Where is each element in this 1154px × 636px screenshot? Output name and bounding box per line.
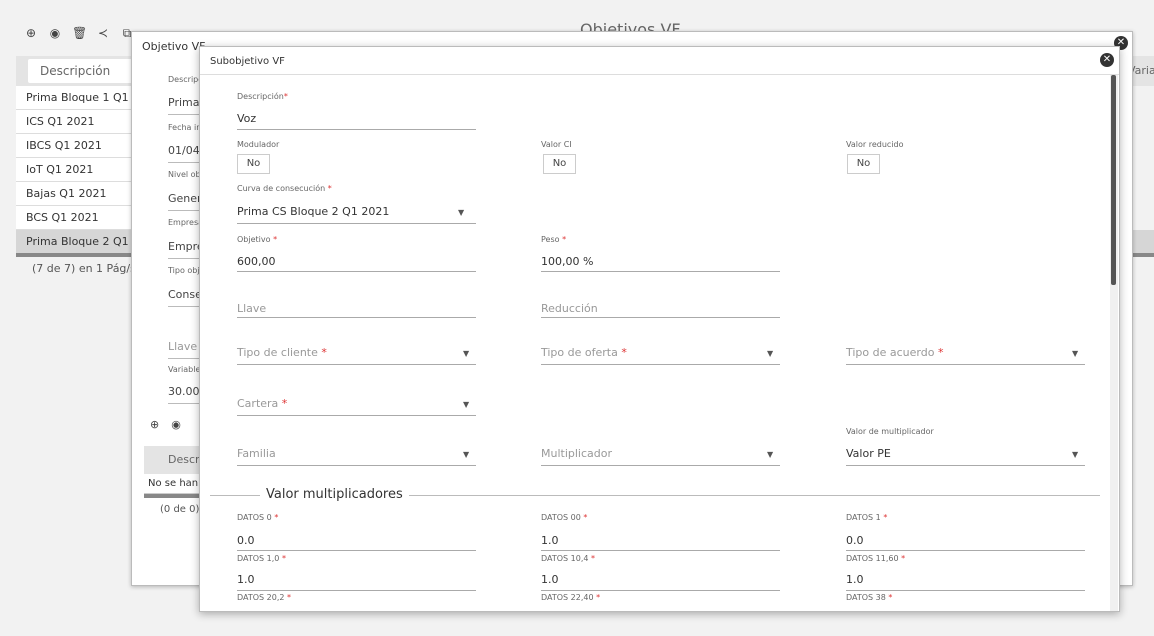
datos-label: DATOS 10,4 *: [541, 554, 596, 563]
underline: [237, 415, 476, 416]
underline: [237, 223, 476, 224]
chevron-down-icon[interactable]: ▼: [458, 208, 464, 217]
cartera-select[interactable]: Cartera *: [237, 397, 287, 410]
chevron-down-icon[interactable]: ▼: [463, 349, 469, 358]
underline: [237, 590, 476, 591]
underline: [541, 364, 780, 365]
subtable-empty: No se han encontrado registros: [144, 474, 204, 494]
datos-label: DATOS 0 *: [237, 513, 279, 522]
background-toolbar: ⊕ ◉ 🗑 ≺ ⧉: [24, 26, 134, 41]
datos-label: DATOS 38 *: [846, 593, 893, 602]
view-icon[interactable]: ◉: [171, 418, 181, 431]
valor-reducido-label: Valor reducido: [846, 140, 904, 149]
datos-label: DATOS 00 *: [541, 513, 588, 522]
section-title: Valor multiplicadores: [260, 487, 409, 502]
modal-scrollbar-thumb[interactable]: [1111, 75, 1116, 285]
add-icon[interactable]: ⊕: [24, 26, 38, 41]
curva-select[interactable]: Prima CS Bloque 2 Q1 2021: [237, 205, 389, 218]
llave-input[interactable]: Llave: [237, 302, 266, 315]
peso-input[interactable]: 100,00 %: [541, 255, 593, 268]
datos-label: DATOS 11,60 *: [846, 554, 906, 563]
familia-select[interactable]: Familia: [237, 447, 276, 460]
modal-title: Objetivo VF: [142, 40, 206, 53]
table-row[interactable]: BCS Q1 2021: [16, 206, 132, 230]
description-filter[interactable]: Descripción: [28, 59, 138, 83]
underline: [846, 590, 1085, 591]
underline: [846, 550, 1085, 551]
chevron-down-icon[interactable]: ▼: [463, 400, 469, 409]
underline: [541, 317, 780, 318]
datos-label: DATOS 1,0 *: [237, 554, 286, 563]
view-icon[interactable]: ◉: [48, 26, 62, 41]
datos-input[interactable]: 1.0: [541, 534, 559, 547]
valor-reducido-toggle[interactable]: No: [847, 154, 880, 174]
underline: [237, 271, 476, 272]
datos-label: DATOS 22,40 *: [541, 593, 601, 602]
datos-input[interactable]: 0.0: [846, 534, 864, 547]
datos-input[interactable]: 1.0: [846, 573, 864, 586]
description-label: Descripción*: [237, 92, 288, 101]
objetivo-input[interactable]: 600,00: [237, 255, 276, 268]
underline: [541, 550, 780, 551]
subtable-toolbar: ⊕ ◉: [150, 418, 181, 431]
table-row[interactable]: IBCS Q1 2021: [16, 134, 132, 158]
modal-header: Subobjetivo VF: [200, 47, 1119, 75]
chevron-down-icon[interactable]: ▼: [767, 349, 773, 358]
underline: [846, 465, 1085, 466]
underline: [541, 590, 780, 591]
curva-label: Curva de consecución *: [237, 184, 332, 193]
datos-label: DATOS 20,2 *: [237, 593, 292, 602]
chevron-down-icon[interactable]: ▼: [1072, 450, 1078, 459]
subobjetivo-modal: Subobjetivo VF Descripción* Voz Modulado…: [199, 46, 1120, 612]
underline: [237, 364, 476, 365]
delete-icon[interactable]: 🗑: [72, 26, 87, 41]
tipo-oferta-select[interactable]: Tipo de oferta *: [541, 346, 627, 359]
tipo-acuerdo-select[interactable]: Tipo de acuerdo *: [846, 346, 943, 359]
underline: [541, 465, 780, 466]
chevron-down-icon[interactable]: ▼: [767, 450, 773, 459]
underline: [237, 465, 476, 466]
valor-multiplicador-label: Valor de multiplicador: [846, 427, 934, 436]
peso-label: Peso *: [541, 235, 567, 244]
valor-multiplicador-select[interactable]: Valor PE: [846, 447, 891, 460]
subtable-header[interactable]: Descripción: [144, 446, 204, 474]
underline: [237, 317, 476, 318]
chevron-down-icon[interactable]: ▼: [463, 450, 469, 459]
reduccion-input[interactable]: Reducción: [541, 302, 598, 315]
subtable-pagination: (0 de 0): [160, 504, 200, 515]
multiplicador-select[interactable]: Multiplicador: [541, 447, 612, 460]
close-icon[interactable]: ✕: [1100, 53, 1114, 67]
objetivo-label: Objetivo *: [237, 235, 278, 244]
subtable-scrollbar[interactable]: [144, 494, 204, 498]
table-row[interactable]: IoT Q1 2021: [16, 158, 132, 182]
datos-input[interactable]: 1.0: [541, 573, 559, 586]
row-label: Prima Bloque 2 Q1 2021: [26, 235, 132, 248]
table-row[interactable]: Prima Bloque 1 Q1 2021: [16, 86, 132, 110]
description-input[interactable]: Voz: [237, 112, 256, 125]
valor-ci-label: Valor CI: [541, 140, 572, 149]
table-row[interactable]: Bajas Q1 2021: [16, 182, 132, 206]
valor-ci-toggle[interactable]: No: [543, 154, 576, 174]
underline: [846, 364, 1085, 365]
chevron-down-icon[interactable]: ▼: [1072, 349, 1078, 358]
tipo-cliente-select[interactable]: Tipo de cliente *: [237, 346, 327, 359]
underline: [237, 129, 476, 130]
underline: [541, 271, 780, 272]
add-icon[interactable]: ⊕: [150, 418, 159, 431]
modulador-label: Modulador: [237, 140, 280, 149]
modulador-toggle[interactable]: No: [237, 154, 270, 174]
datos-input[interactable]: 1.0: [237, 573, 255, 586]
underline: [237, 550, 476, 551]
datos-input[interactable]: 0.0: [237, 534, 255, 547]
modal-title: Subobjetivo VF: [210, 56, 285, 67]
table-row[interactable]: ICS Q1 2021: [16, 110, 132, 134]
datos-label: DATOS 1 *: [846, 513, 888, 522]
share-icon[interactable]: ≺: [96, 26, 110, 41]
